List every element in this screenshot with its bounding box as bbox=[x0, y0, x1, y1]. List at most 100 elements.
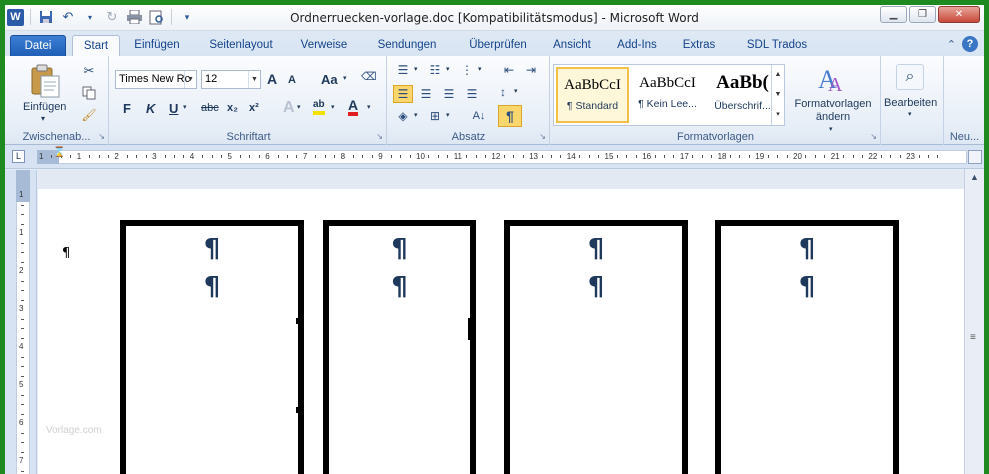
paragraph-launcher-icon[interactable]: ↘ bbox=[539, 132, 546, 141]
editing-dropdown-icon[interactable]: ▾ bbox=[908, 110, 912, 118]
grow-font-icon[interactable]: A bbox=[267, 71, 277, 87]
vertical-scrollbar[interactable]: ▲ ≡ bbox=[964, 169, 984, 474]
spine-label-3[interactable]: ¶ ¶ bbox=[504, 220, 688, 474]
style-kein-leerraum[interactable]: AaBbCcI ¶ Kein Lee... bbox=[631, 67, 704, 123]
font-launcher-icon[interactable]: ↘ bbox=[376, 132, 383, 141]
vertical-ruler-tick bbox=[21, 337, 24, 339]
cut-icon[interactable]: ✂ bbox=[81, 63, 97, 79]
tab-datei[interactable]: Datei bbox=[10, 35, 66, 56]
spine-label-2[interactable]: ¶ ¶ bbox=[323, 220, 476, 474]
change-styles-label[interactable]: Formatvorlagen ändern bbox=[792, 98, 874, 124]
font-color-dropdown-icon[interactable]: ▾ bbox=[367, 103, 371, 111]
tab-sendungen[interactable]: Sendungen bbox=[367, 35, 447, 56]
numbering-dropdown-icon[interactable]: ▾ bbox=[446, 65, 450, 73]
subscript-button[interactable]: x₂ bbox=[227, 102, 238, 114]
group-clipboard: Einfügen ▾ ✂ 🖌 Zwischenab... ↘ bbox=[5, 56, 109, 145]
align-right-button[interactable]: ☰ bbox=[439, 85, 459, 103]
align-center-button[interactable]: ☰ bbox=[416, 85, 436, 103]
bullets-icon[interactable]: ☰ bbox=[394, 62, 412, 78]
ruler-tick bbox=[315, 155, 317, 158]
multilevel-dropdown-icon[interactable]: ▾ bbox=[478, 65, 482, 73]
paste-dropdown-icon[interactable]: ▾ bbox=[41, 114, 45, 123]
help-icon[interactable]: ? bbox=[962, 36, 978, 52]
minimize-button[interactable]: ▁ bbox=[880, 6, 907, 23]
tab-selector-icon[interactable]: L bbox=[12, 150, 25, 163]
spine-label-1[interactable]: ¶ ¶ bbox=[120, 220, 304, 474]
tab-ueberpruefen[interactable]: Überprüfen bbox=[458, 35, 538, 56]
tab-ansicht[interactable]: Ansicht bbox=[546, 35, 598, 56]
increase-indent-icon[interactable]: ⇥ bbox=[522, 62, 540, 78]
minimize-ribbon-icon[interactable]: ⌃ bbox=[947, 38, 956, 51]
ruler-toggle-button[interactable] bbox=[968, 150, 982, 164]
horizontal-ruler[interactable]: L 1 1 2 3 4 5 6 7 8 9 10 11 12 13 14 15 16 17 18 19 20 21 22 23… bbox=[5, 145, 984, 169]
line-spacing-icon[interactable]: ↕ bbox=[494, 84, 512, 100]
font-name-dropdown-icon[interactable]: ▼ bbox=[184, 71, 196, 88]
strikethrough-button[interactable]: abc bbox=[201, 102, 219, 114]
bold-button[interactable]: F bbox=[123, 101, 131, 116]
font-color-button[interactable]: A bbox=[348, 98, 359, 116]
bullets-dropdown-icon[interactable]: ▾ bbox=[414, 65, 418, 73]
spine-label-4[interactable]: ¶ ¶ bbox=[715, 220, 899, 474]
vertical-ruler[interactable]: 1 1 2 3 4 5 6 7 bbox=[5, 170, 37, 474]
borders-icon[interactable]: ⊞ bbox=[426, 108, 444, 124]
spine-1-pilcrow-2: ¶ bbox=[203, 272, 221, 302]
underline-button[interactable]: U bbox=[169, 101, 178, 116]
multilevel-list-icon[interactable]: ⋮ bbox=[458, 62, 476, 78]
title-bar: W ↶ ▾ ↻ ▾ Ordnerruecken-vorlage.doc [Kom… bbox=[5, 5, 984, 31]
text-effects-icon[interactable]: A bbox=[283, 99, 295, 117]
style-standard[interactable]: AaBbCcI ¶ Standard bbox=[556, 67, 629, 123]
superscript-button[interactable]: x² bbox=[249, 102, 259, 114]
document-canvas[interactable]: ¶ Vorlage.com ¶ ¶ ¶ ¶ ¶ ¶ ¶ ¶ bbox=[38, 170, 964, 474]
change-case-icon[interactable]: Aa bbox=[321, 72, 338, 87]
font-name-combo[interactable]: Times New Rc ▼ bbox=[115, 70, 197, 89]
paste-label[interactable]: Einfügen bbox=[23, 101, 66, 113]
change-styles-dropdown-icon[interactable]: ▾ bbox=[829, 125, 833, 133]
show-formatting-marks-button[interactable]: ¶ bbox=[498, 105, 522, 127]
editing-label[interactable]: Bearbeiten bbox=[884, 97, 937, 109]
numbering-icon[interactable]: ☷ bbox=[426, 62, 444, 78]
tab-seitenlayout[interactable]: Seitenlayout bbox=[201, 35, 281, 56]
scroll-thumb-grip-icon[interactable]: ≡ bbox=[970, 332, 976, 343]
format-painter-icon[interactable]: 🖌 bbox=[81, 107, 97, 123]
tab-start[interactable]: Start bbox=[72, 35, 120, 57]
font-size-dropdown-icon[interactable]: ▼ bbox=[248, 71, 260, 88]
underline-dropdown-icon[interactable]: ▾ bbox=[183, 103, 187, 111]
borders-dropdown-icon[interactable]: ▾ bbox=[446, 111, 450, 119]
line-spacing-dropdown-icon[interactable]: ▾ bbox=[514, 87, 518, 95]
italic-button[interactable]: K bbox=[146, 101, 155, 116]
style-ueberschrift[interactable]: AaBb( Überschrif... bbox=[706, 67, 779, 123]
styles-launcher-icon[interactable]: ↘ bbox=[870, 132, 877, 141]
indent-marker-icon[interactable]: ⌛ bbox=[53, 147, 65, 158]
decrease-indent-icon[interactable]: ⇤ bbox=[500, 62, 518, 78]
copy-icon[interactable] bbox=[81, 85, 97, 101]
maximize-button[interactable]: ❐ bbox=[909, 6, 936, 23]
close-button[interactable]: ✕ bbox=[938, 6, 980, 23]
clipboard-launcher-icon[interactable]: ↘ bbox=[98, 132, 105, 141]
font-size-combo[interactable]: 12 ▼ bbox=[201, 70, 261, 89]
change-styles-icon[interactable]: AA bbox=[814, 62, 850, 96]
tab-verweise[interactable]: Verweise bbox=[293, 35, 355, 56]
clear-format-icon[interactable]: ⌫ bbox=[361, 70, 377, 83]
ruler-tick bbox=[588, 155, 590, 158]
styles-gallery-scroll[interactable]: ▲ ▼ ▾ bbox=[771, 65, 784, 125]
shrink-font-icon[interactable]: A bbox=[288, 74, 296, 86]
scroll-up-icon[interactable]: ▲ bbox=[968, 172, 981, 185]
tab-einfuegen[interactable]: Einfügen bbox=[127, 35, 187, 56]
binoculars-icon[interactable]: ⌕ bbox=[896, 64, 924, 90]
shading-icon[interactable]: ◈ bbox=[394, 108, 412, 124]
ruler-tick bbox=[730, 155, 732, 158]
highlight-button[interactable]: ab bbox=[313, 99, 325, 115]
highlight-dropdown-icon[interactable]: ▾ bbox=[331, 103, 335, 111]
tab-extras[interactable]: Extras bbox=[677, 35, 721, 56]
ruler-tick bbox=[918, 155, 920, 158]
tab-add-ins[interactable]: Add-Ins bbox=[610, 35, 664, 56]
text-effects-dropdown-icon[interactable]: ▾ bbox=[297, 103, 301, 111]
sort-icon[interactable]: A↓ bbox=[470, 107, 488, 125]
ruler-tick bbox=[136, 155, 138, 158]
shading-dropdown-icon[interactable]: ▾ bbox=[414, 111, 418, 119]
align-left-button[interactable]: ☰ bbox=[393, 85, 413, 103]
change-case-dropdown-icon[interactable]: ▾ bbox=[343, 74, 347, 82]
tab-sdl-trados[interactable]: SDL Trados bbox=[733, 35, 821, 56]
justify-button[interactable]: ☰ bbox=[462, 85, 482, 103]
paste-icon[interactable] bbox=[27, 61, 65, 101]
